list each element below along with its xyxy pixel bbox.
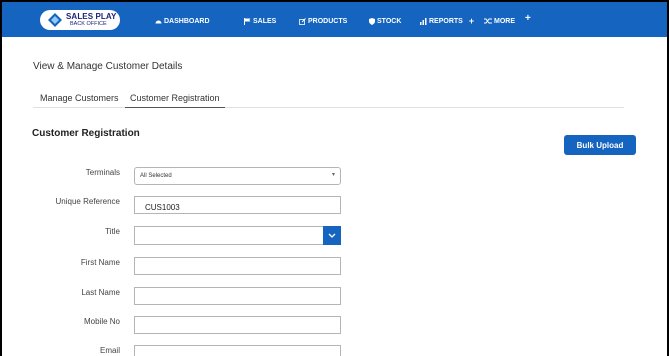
unique-reference-input[interactable]	[135, 199, 340, 216]
terminals-select[interactable]: All Selected ▾	[134, 167, 341, 185]
mobile-no-label: Mobile No	[83, 317, 120, 326]
mobile-no-field	[134, 316, 341, 336]
unique-reference-field	[134, 196, 341, 216]
chevron-down-icon	[328, 233, 336, 238]
top-navbar: SALES PLAY BACK OFFICE DASHBOARD SALES P…	[2, 2, 667, 37]
nav-reports-plus-icon[interactable]: +	[469, 16, 474, 26]
shield-icon	[369, 17, 375, 25]
email-field	[134, 345, 341, 356]
app-window: SALES PLAY BACK OFFICE DASHBOARD SALES P…	[2, 2, 667, 356]
nav-stock[interactable]: STOCK	[369, 15, 401, 27]
nav-more-label: MORE	[494, 17, 515, 25]
nav-products[interactable]: PRODUCTS	[299, 15, 347, 27]
page-title: View & Manage Customer Details	[33, 61, 183, 72]
bulk-upload-button[interactable]: Bulk Upload	[564, 135, 636, 155]
logo-mark-icon	[48, 13, 62, 27]
nav-reports[interactable]: REPORTS +	[420, 15, 474, 27]
dashboard-icon	[155, 20, 162, 24]
last-name-input[interactable]	[135, 290, 340, 307]
terminals-value: All Selected	[140, 173, 172, 179]
flag-icon	[244, 17, 251, 25]
email-label: Email	[99, 346, 120, 355]
nav-dashboard[interactable]: DASHBOARD	[155, 15, 210, 27]
first-name-label: First Name	[80, 258, 120, 267]
nav-sales[interactable]: SALES	[244, 15, 276, 27]
terminals-label: Terminals	[85, 168, 120, 177]
first-name-field	[134, 257, 341, 277]
nav-stock-label: STOCK	[377, 17, 402, 25]
nav-reports-label: REPORTS	[429, 17, 463, 25]
brand-subtitle: BACK OFFICE	[70, 21, 107, 27]
caret-down-icon: ▾	[331, 172, 335, 178]
last-name-label: Last Name	[81, 288, 120, 297]
unique-reference-label: Unique Reference	[55, 197, 120, 206]
title-dropdown-button[interactable]	[323, 226, 341, 245]
brand-title: SALES PLAY	[66, 12, 117, 21]
tab-bar: Manage Customers Customer Registration	[33, 88, 624, 108]
nav-add-icon[interactable]: +	[525, 13, 531, 24]
title-label: Title	[105, 227, 120, 236]
nav-dashboard-label: DASHBOARD	[164, 17, 210, 25]
bar-chart-icon	[420, 17, 427, 25]
tab-manage-customers[interactable]: Manage Customers	[40, 88, 119, 108]
nav-sales-label: SALES	[253, 17, 277, 25]
shuffle-icon	[484, 18, 492, 24]
nav-products-label: PRODUCTS	[308, 17, 348, 25]
mobile-no-input[interactable]	[135, 319, 340, 336]
first-name-input[interactable]	[135, 260, 340, 277]
last-name-field	[134, 287, 341, 307]
email-input[interactable]	[135, 348, 340, 356]
nav-more[interactable]: MORE	[484, 15, 515, 27]
section-title: Customer Registration	[32, 128, 140, 139]
tab-customer-registration[interactable]: Customer Registration	[125, 88, 225, 108]
title-dropdown[interactable]	[134, 226, 341, 245]
brand-logo[interactable]: SALES PLAY BACK OFFICE	[40, 10, 120, 30]
edit-icon	[299, 17, 306, 25]
